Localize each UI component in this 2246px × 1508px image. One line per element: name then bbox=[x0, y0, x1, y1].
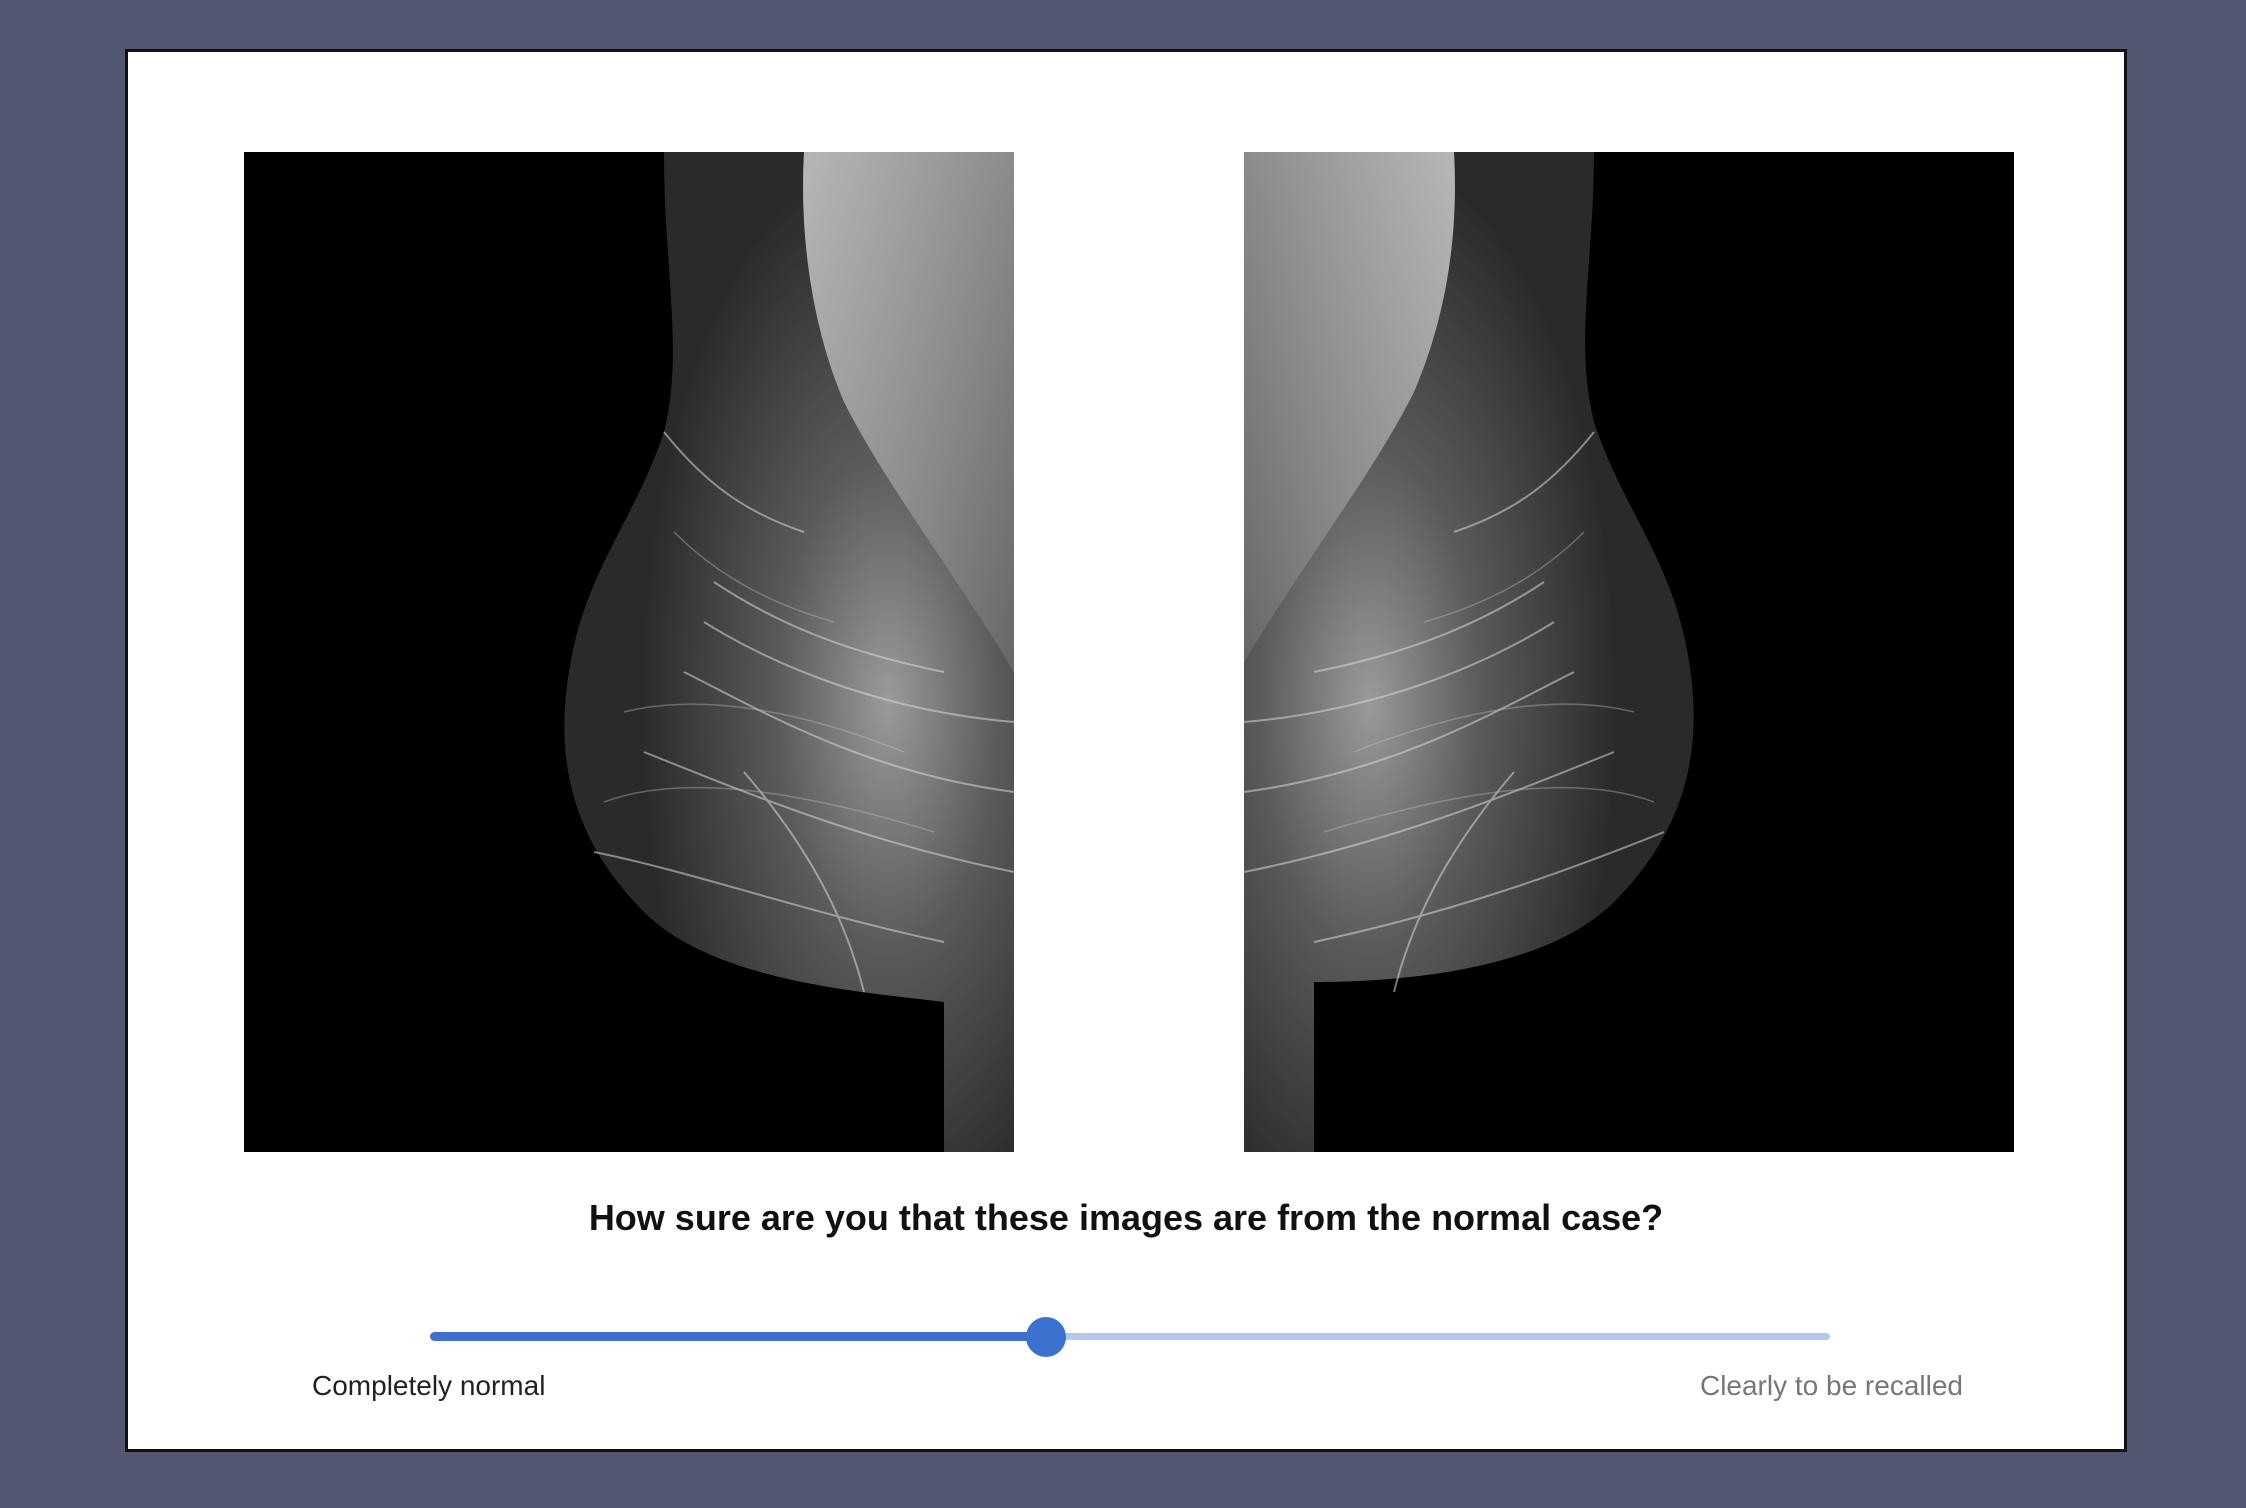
scale-label-max: Clearly to be recalled bbox=[1699, 1370, 1963, 1401]
mammogram-left-graphic bbox=[564, 152, 1014, 1152]
mammogram-image-left bbox=[244, 152, 1014, 1152]
mammogram-image-right bbox=[1244, 152, 2014, 1152]
study-card: How sure are you that these images are f… bbox=[125, 49, 2127, 1452]
confidence-slider[interactable] bbox=[430, 1317, 1830, 1357]
mammogram-right-graphic bbox=[1244, 152, 1694, 1152]
scale-label-min: Completely normal bbox=[312, 1370, 546, 1401]
slider-thumb[interactable] bbox=[1026, 1317, 1066, 1357]
question-text: How sure are you that these images are f… bbox=[588, 1197, 1664, 1238]
slider-fill bbox=[430, 1332, 1046, 1341]
